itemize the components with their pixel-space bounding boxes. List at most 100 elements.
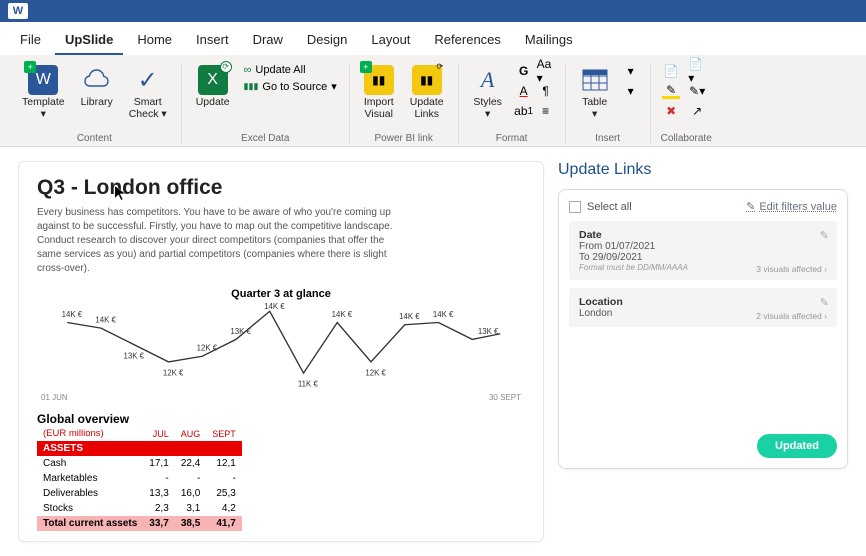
updated-button[interactable]: Updated: [757, 434, 837, 458]
assets-header: ASSETS: [37, 441, 242, 456]
content-area: Q3 - London office Every business has co…: [0, 147, 866, 556]
tab-home[interactable]: Home: [127, 28, 182, 55]
side-title: Update Links: [558, 161, 848, 179]
svg-text:13K €: 13K €: [124, 352, 145, 361]
update-all-label: Update All: [255, 64, 305, 76]
library-button[interactable]: Library: [77, 63, 117, 111]
tab-insert[interactable]: Insert: [186, 28, 239, 55]
template-button[interactable]: W+ Template▾: [18, 63, 69, 122]
pbi-update-icon: ▮▮⟳: [412, 65, 442, 95]
word-app-icon: W: [8, 3, 28, 19]
cloud-icon: [82, 65, 112, 95]
highlight-icon[interactable]: ✎: [662, 83, 680, 99]
svg-text:11K €: 11K €: [298, 380, 319, 389]
loop-icon: ∞: [244, 64, 252, 76]
date-label: Date: [579, 229, 827, 241]
update-all-button[interactable]: ∞ Update All: [242, 63, 339, 77]
table-label: Table: [582, 96, 607, 108]
word-plus-icon: W+: [28, 65, 58, 95]
styles-label: Styles: [473, 96, 502, 108]
tab-references[interactable]: References: [424, 28, 510, 55]
col-sept: SEPT: [206, 426, 242, 441]
styles-button[interactable]: A Styles▾: [469, 63, 507, 122]
checkbox-icon: [569, 201, 581, 213]
chart-container: Quarter 3 at glance 14K € 14K € 13K € 12K …: [37, 288, 525, 402]
svg-text:12K €: 12K €: [163, 368, 184, 377]
smart-check-button[interactable]: ✓ SmartCheck ▾: [125, 63, 171, 122]
update-button[interactable]: X⟳ Update: [192, 63, 234, 111]
pencil-icon: ✎: [820, 296, 829, 309]
format-group-label: Format: [496, 133, 528, 144]
location-label: Location: [579, 296, 827, 308]
svg-text:14K €: 14K €: [332, 310, 353, 319]
svg-text:13K €: 13K €: [230, 327, 251, 336]
tab-design[interactable]: Design: [297, 28, 357, 55]
svg-text:14K €: 14K €: [433, 310, 454, 319]
bold-icon[interactable]: G: [515, 63, 533, 79]
location-filter-card[interactable]: ✎ Location London 2 visuals affected ›: [569, 288, 837, 327]
update-links-button[interactable]: ▮▮⟳ UpdateLinks: [406, 63, 448, 122]
tab-layout[interactable]: Layout: [361, 28, 420, 55]
svg-text:14K €: 14K €: [62, 310, 83, 319]
import-visual-button[interactable]: ▮▮+ ImportVisual: [360, 63, 398, 122]
font-color-icon[interactable]: A: [515, 83, 533, 99]
x-end-label: 30 SEPT: [489, 393, 521, 402]
excel-group-label: Excel Data: [241, 133, 289, 144]
excel-refresh-icon: X⟳: [198, 65, 228, 95]
line-chart: 14K € 14K € 13K € 12K € 12K € 13K € 14K € 11…: [37, 300, 525, 390]
units-label: (EUR millions): [37, 426, 143, 441]
svg-text:14K €: 14K €: [399, 312, 420, 321]
library-label: Library: [81, 97, 113, 109]
table-button[interactable]: Table▾: [576, 63, 614, 122]
col-jul: JUL: [143, 426, 174, 441]
ribbon-group-format: A Styles▾ G Aa ▾ A ¶ ab1 ≡ Format: [459, 63, 566, 144]
ribbon-group-content: W+ Template▾ Library ✓ SmartCheck ▾ Cont…: [8, 63, 182, 144]
tab-draw[interactable]: Draw: [243, 28, 293, 55]
text-effect-icon[interactable]: ab1: [515, 103, 533, 119]
update-links-panel: Select all ✎ Edit filters value ✎ Date F…: [558, 189, 848, 469]
image-icon[interactable]: ▾: [622, 63, 640, 79]
tab-mailings[interactable]: Mailings: [515, 28, 583, 55]
edit-filters-link[interactable]: ✎ Edit filters value: [746, 200, 837, 213]
paragraph-icon[interactable]: ¶: [537, 83, 555, 99]
share-icon[interactable]: 📄▾: [688, 63, 706, 79]
tab-upslide[interactable]: UpSlide: [55, 28, 123, 55]
styles-icon: A: [473, 65, 503, 95]
font-size-icon[interactable]: Aa ▾: [537, 63, 555, 79]
bars-icon: ▮▮▮: [244, 81, 259, 92]
location-affected: 2 visuals affected ›: [756, 311, 827, 321]
align-icon[interactable]: ≡: [537, 103, 555, 119]
chart-line: [67, 311, 500, 373]
table-row: Marketables - - -: [37, 471, 242, 486]
pbi-group-label: Power BI link: [375, 133, 433, 144]
select-all-checkbox[interactable]: Select all: [569, 201, 632, 213]
go-to-source-button[interactable]: ▮▮▮ Go to Source ▾: [242, 79, 339, 94]
update-label: Update: [196, 97, 230, 109]
export-icon[interactable]: ↗: [688, 103, 706, 119]
date-filter-card[interactable]: ✎ Date From 01/07/2021 To 29/09/2021 For…: [569, 221, 837, 280]
menu-tabs: File UpSlide Home Insert Draw Design Lay…: [0, 22, 866, 55]
edit-filters-label: Edit filters value: [759, 201, 837, 213]
clear-icon[interactable]: ✖: [662, 103, 680, 119]
ribbon: W+ Template▾ Library ✓ SmartCheck ▾ Cont…: [0, 55, 866, 147]
send-icon[interactable]: 📄: [662, 63, 680, 79]
smart-check-label: SmartCheck: [129, 96, 162, 120]
collab-group-label: Collaborate: [661, 133, 712, 144]
ribbon-group-collaborate: 📄 📄▾ ✎ ✎▾ ✖ ↗ Collaborate: [651, 63, 722, 144]
chart-title: Quarter 3 at glance: [37, 288, 525, 300]
tab-file[interactable]: File: [10, 28, 51, 55]
pbi-import-icon: ▮▮+: [364, 65, 394, 95]
content-group-label: Content: [77, 133, 112, 144]
title-bar: W: [0, 0, 866, 22]
select-all-label: Select all: [587, 201, 632, 213]
table-row: Stocks 2,3 3,1 4,2: [37, 501, 242, 516]
svg-text:14K €: 14K €: [264, 302, 285, 311]
table-total-row: Total current assets 33,7 38,5 41,7: [37, 516, 242, 531]
textbox-icon[interactable]: ▾: [622, 83, 640, 99]
insert-group-label: Insert: [595, 133, 620, 144]
document-panel: Q3 - London office Every business has co…: [18, 161, 544, 542]
side-area: Update Links Select all ✎ Edit filters v…: [558, 161, 848, 542]
svg-text:12K €: 12K €: [365, 368, 386, 377]
mark-icon[interactable]: ✎▾: [688, 83, 706, 99]
ribbon-group-pbi: ▮▮+ ImportVisual ▮▮⟳ UpdateLinks Power B…: [350, 63, 459, 144]
